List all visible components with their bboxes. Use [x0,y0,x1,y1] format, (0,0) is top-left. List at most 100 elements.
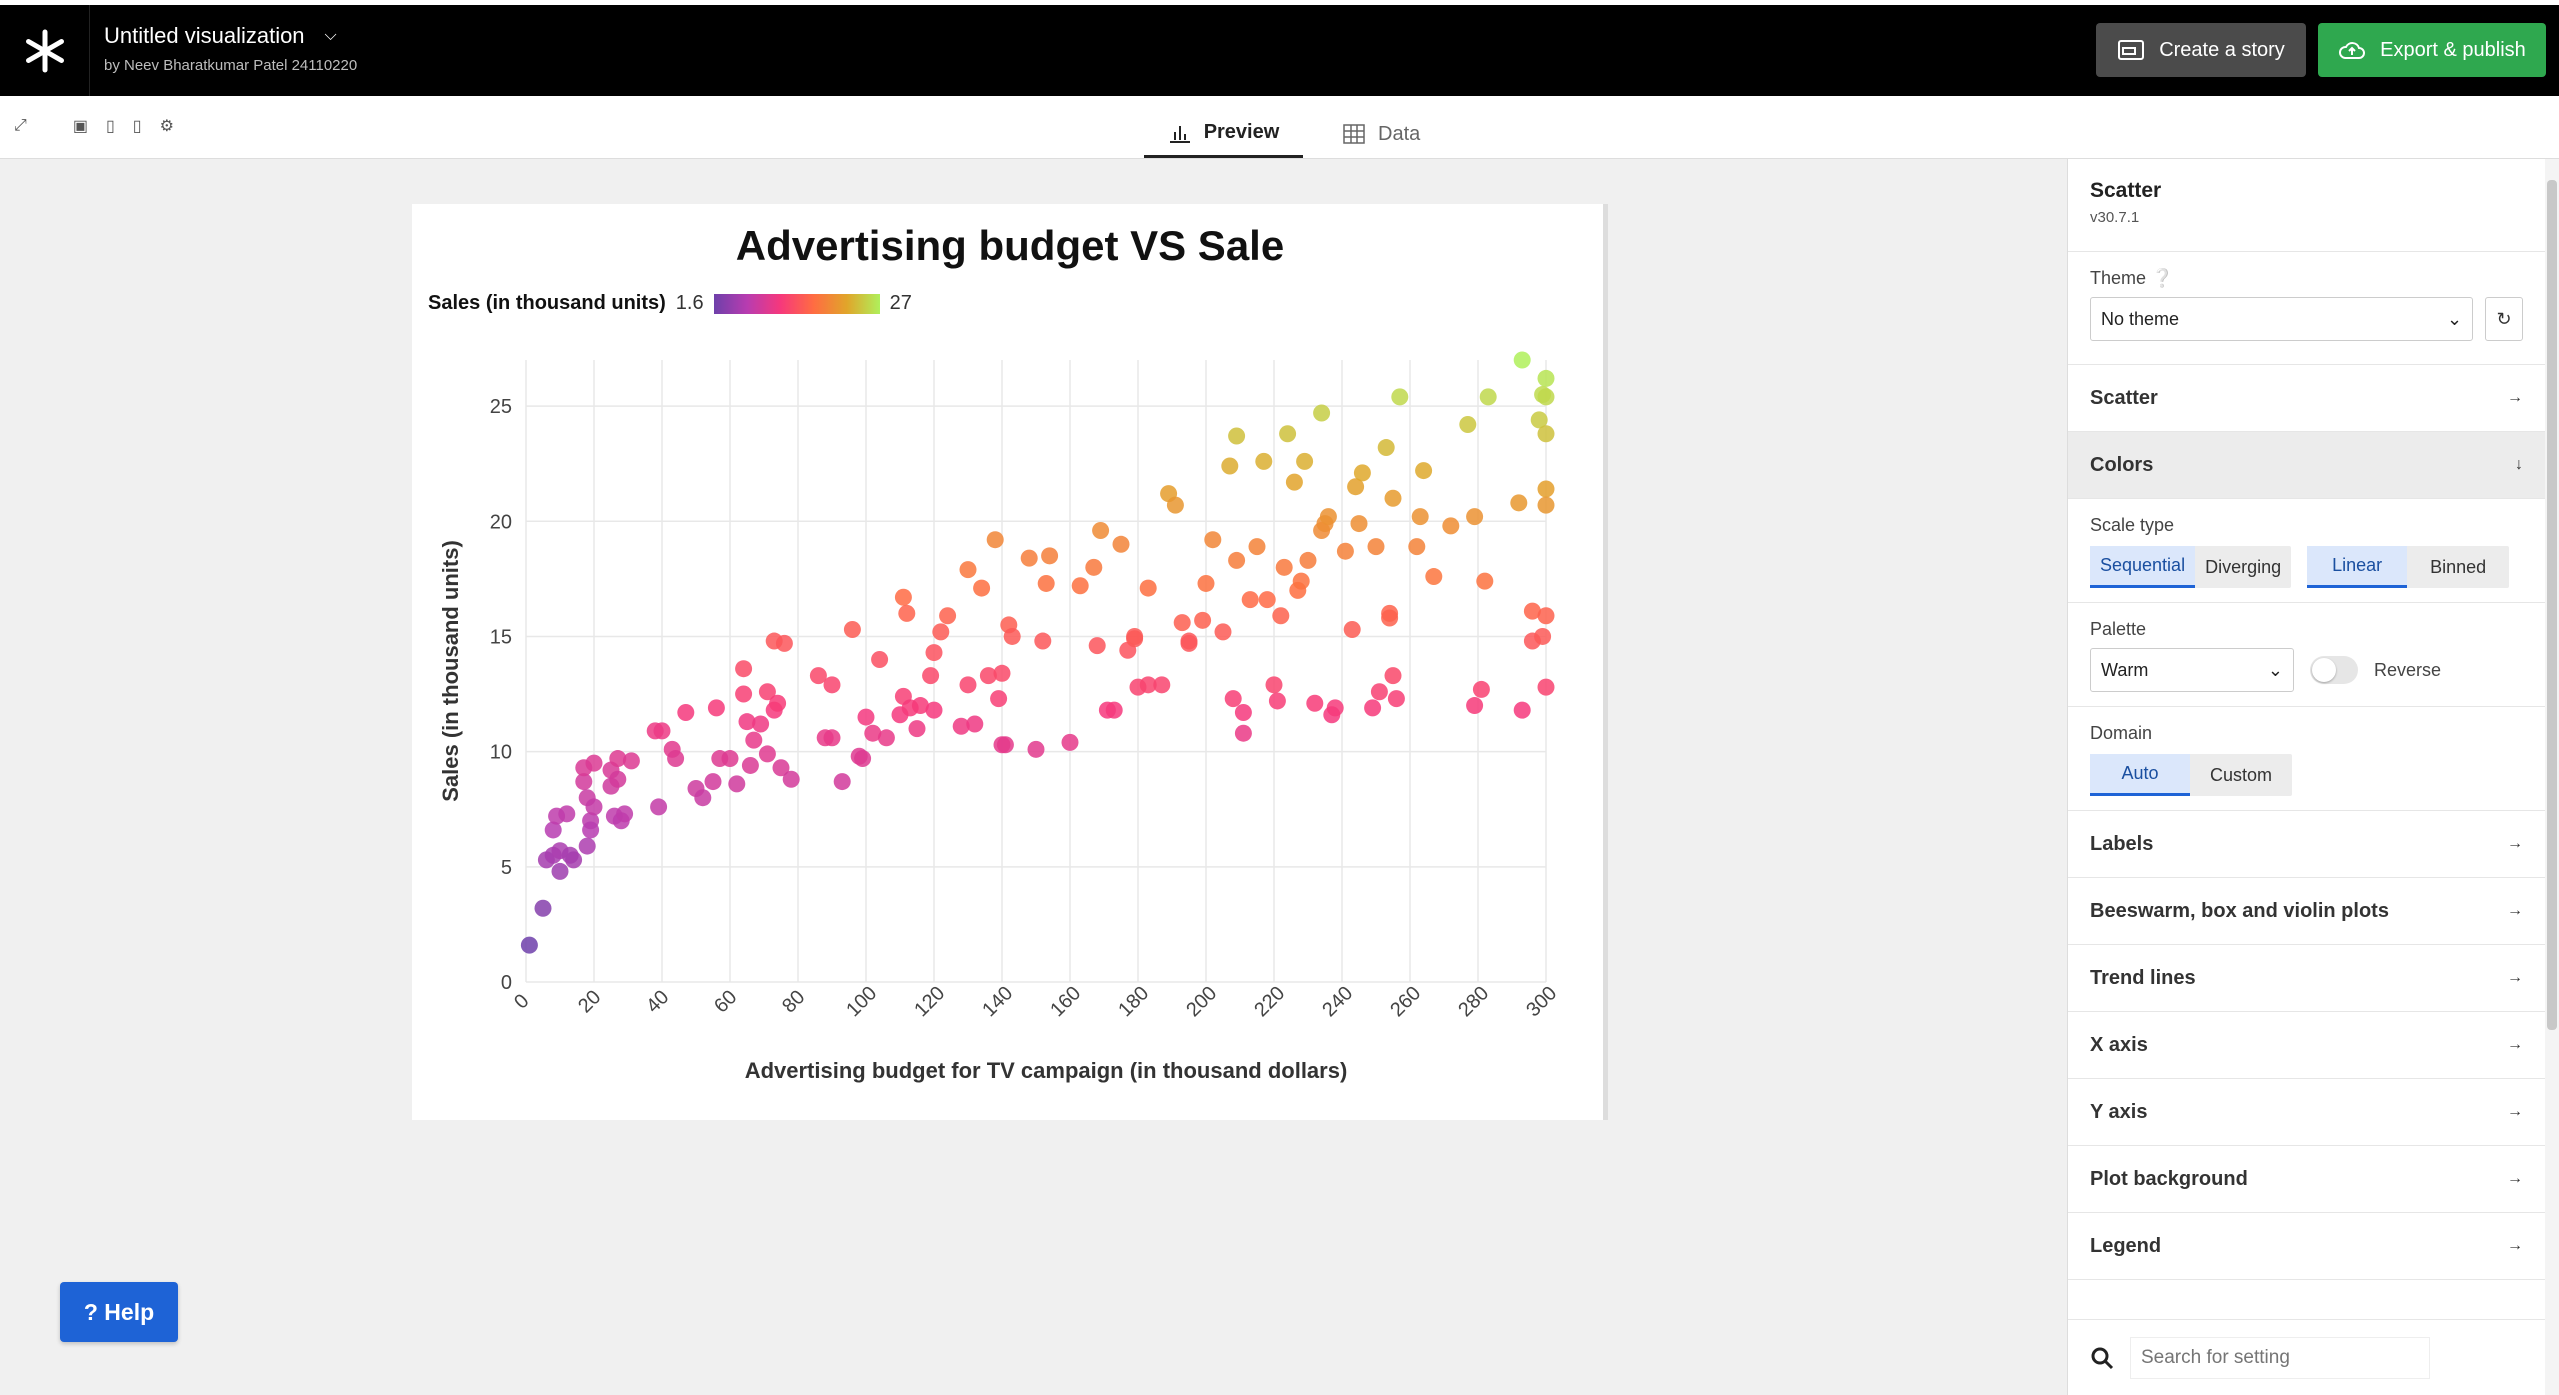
data-point [650,798,668,816]
arrow-right-icon: → [2507,835,2523,852]
settings-search [2068,1319,2546,1395]
create-story-button[interactable]: Create a story [2096,23,2306,77]
tablet-icon[interactable]: ▯ [106,116,115,136]
linear-option[interactable]: Linear [2307,546,2408,588]
section-label: Beeswarm, box and violin plots [2090,899,2389,922]
data-point [1027,740,1045,758]
template-name: Scatter [2090,179,2162,202]
palette-select-value: Warm [2101,659,2149,680]
tab-preview-label: Preview [1203,121,1280,143]
visualization-title-area: Untitled visualization ⌵ by Neev Bharatk… [104,23,357,74]
data-point [833,773,851,791]
data-point [1343,621,1361,639]
data-point [1537,480,1555,498]
data-point [1248,538,1266,556]
y-tick-label: 25 [490,396,512,418]
gear-icon[interactable]: ⚙ [160,116,174,136]
data-point [1353,464,1371,482]
data-point [993,664,1011,682]
section-label: Y axis [2090,1100,2148,1123]
data-point [1387,690,1405,708]
data-point [1061,733,1079,751]
data-point [1228,551,1246,569]
theme-select[interactable]: No theme ⌄ [2090,297,2474,341]
data-point [1265,676,1283,694]
diverging-option[interactable]: Diverging [2195,546,2291,588]
help-button[interactable]: ? Help [60,1282,178,1342]
x-tick-label: 40 [642,986,673,1017]
data-point [728,775,746,793]
custom-option[interactable]: Custom [2190,754,2292,796]
template-info: Scatter v30.7.1 [2068,159,2545,252]
scatter-plot: 0 20 40 60 80 100 120 140 160 180 200 220 240 260 280 3… [438,351,1561,1083]
settings-sidebar: Scatter v30.7.1 Theme ❔ No theme ⌄ ↻ Sca… [2067,159,2546,1395]
palette-select[interactable]: Warm ⌄ [2090,648,2294,692]
sequential-option[interactable]: Sequential [2090,546,2196,588]
data-point [1442,517,1460,535]
reverse-label: Reverse [2374,659,2442,680]
desktop-icon[interactable]: ▣ [73,116,88,136]
create-story-label: Create a story [2159,38,2285,61]
data-point [1364,699,1382,717]
section-plot-background[interactable]: Plot background → [2068,1146,2545,1213]
data-point [1425,568,1443,586]
data-point [1476,572,1494,590]
data-point [769,694,787,712]
refresh-theme-button[interactable]: ↻ [2485,297,2523,341]
data-point [677,703,695,721]
data-point [996,736,1014,754]
data-point [986,531,1004,549]
x-axis-title: Advertising budget for TV campaign (in t… [745,1058,1348,1083]
data-point [758,745,776,763]
data-point [745,731,763,749]
search-input[interactable] [2130,1336,2430,1379]
chevron-down-icon[interactable]: ⌵ [325,27,337,45]
flourish-logo[interactable] [0,5,90,96]
x-tick-label: 140 [978,982,1017,1021]
help-circle-icon[interactable]: ❔ [2151,268,2173,288]
section-scatter[interactable]: Scatter → [2068,365,2545,432]
data-point [1105,701,1123,719]
auto-option[interactable]: Auto [2090,754,2190,796]
cloud-upload-icon [2339,42,2366,59]
section-labels[interactable]: Labels → [2068,811,2545,878]
data-point [1466,508,1484,526]
binned-option[interactable]: Binned [2407,546,2509,588]
data-point [990,690,1008,708]
visualization-title-text[interactable]: Untitled visualization [104,23,305,49]
section-legend[interactable]: Legend → [2068,1213,2545,1280]
section-trend-lines[interactable]: Trend lines → [2068,945,2545,1012]
x-tick-label: 280 [1454,982,1493,1021]
data-point [741,756,759,774]
data-point [1003,627,1021,645]
data-point [1173,614,1191,632]
section-beeswarm[interactable]: Beeswarm, box and violin plots → [2068,878,2545,945]
section-x-axis[interactable]: X axis → [2068,1012,2545,1079]
tab-data[interactable]: Data [1342,110,1420,158]
data-point [1415,462,1433,480]
reverse-toggle[interactable] [2310,656,2358,684]
palette-label: Palette [2090,619,2147,639]
view-tools: ⤢ ▣ ▯ ▯ ⚙ [14,116,174,136]
data-point [1221,457,1239,475]
mobile-icon[interactable]: ▯ [133,116,142,136]
data-point [558,805,576,823]
data-point [667,750,685,768]
section-label: Plot background [2090,1167,2248,1190]
expand-icon[interactable]: ⤢ [14,117,27,135]
data-point [908,720,926,738]
section-y-axis[interactable]: Y axis → [2068,1079,2545,1146]
x-tick-label: 200 [1182,982,1221,1021]
data-point [775,634,793,652]
section-colors[interactable]: Colors ↓ [2068,432,2545,499]
refresh-icon: ↻ [2496,308,2512,329]
tab-preview[interactable]: Preview [1144,110,1303,158]
data-point [939,607,957,625]
data-point [1166,496,1184,514]
visualization-title[interactable]: Untitled visualization ⌵ [104,23,357,49]
story-icon [2118,40,2145,60]
export-publish-button[interactable]: Export & publish [2318,23,2546,77]
data-point [1466,697,1484,715]
sidebar-scrollbar-thumb[interactable] [2547,180,2557,1030]
x-tick-label: 100 [842,982,881,1021]
